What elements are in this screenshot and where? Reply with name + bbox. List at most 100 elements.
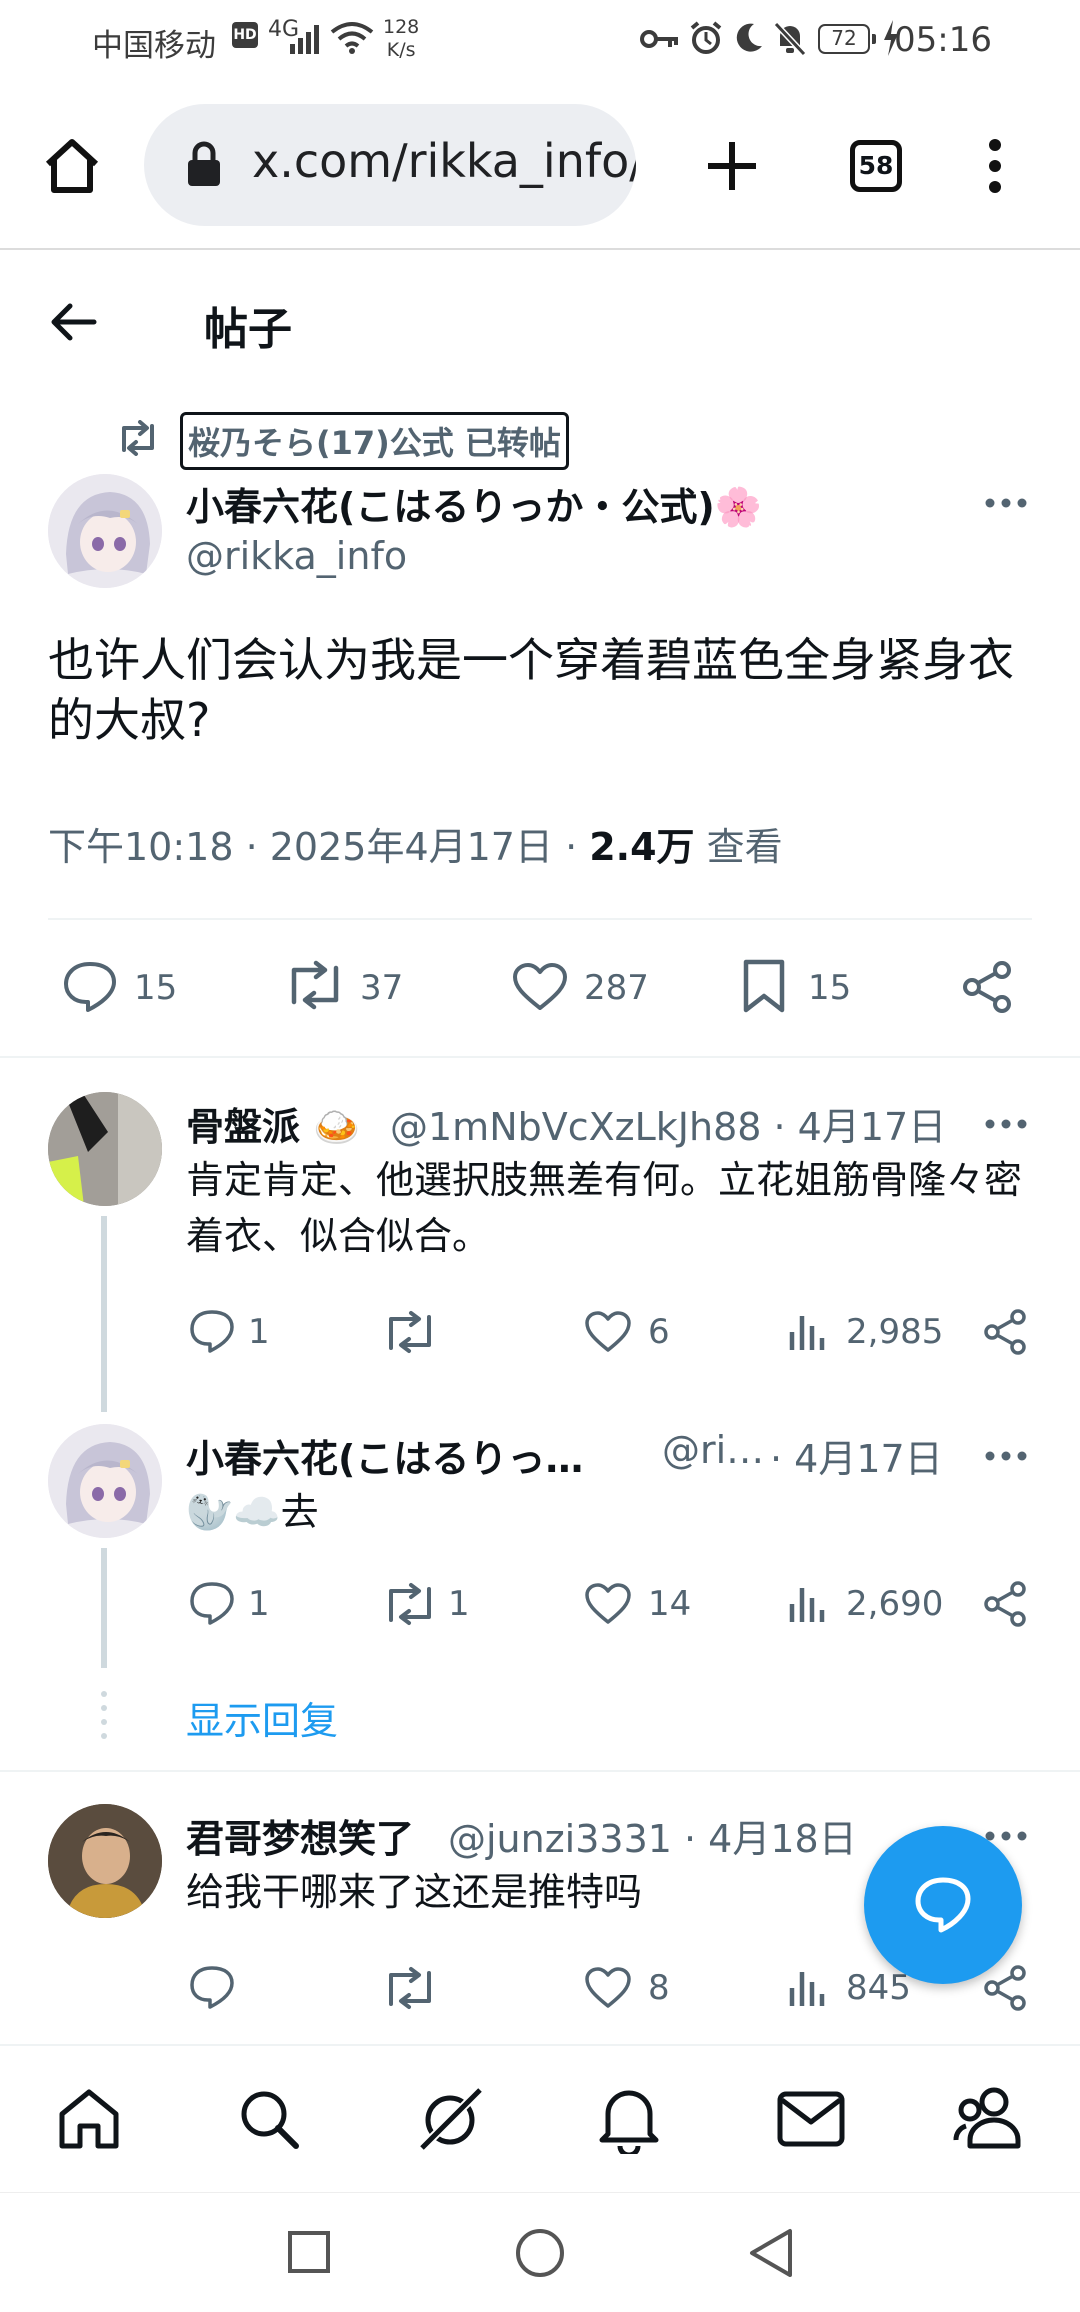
reply-author-name[interactable]: 小春六花(こはるりっ… xyxy=(186,1428,583,1483)
retweeted-by-label[interactable]: 桜乃そら(17)公式 已转帖 xyxy=(180,412,569,470)
like-heart-icon[interactable] xyxy=(584,1582,632,1626)
address-bar[interactable]: x.com/rikka_info/ xyxy=(144,104,636,226)
more-options-icon[interactable] xyxy=(984,1118,1028,1130)
views-chart-icon[interactable] xyxy=(788,1968,828,2008)
thread-line xyxy=(101,1548,107,1668)
retweet-small-icon xyxy=(122,420,154,456)
more-options-icon[interactable] xyxy=(984,1830,1028,1842)
tweet-meta: 下午10:18 · 2025年4月17日 · 2.4万 查看 xyxy=(48,816,783,871)
back-button-icon[interactable] xyxy=(746,2227,794,2279)
bookmark-icon[interactable] xyxy=(742,958,786,1014)
hd-badge: HD xyxy=(232,22,258,48)
author-name[interactable]: 小春六花(こはるりっか・公式)🌸 xyxy=(186,476,762,531)
divider xyxy=(0,1770,1080,1772)
reply-count: 1 xyxy=(248,1584,270,1624)
browser-toolbar: x.com/rikka_info/ 58 xyxy=(0,82,1080,250)
recents-button-icon[interactable] xyxy=(286,2229,332,2275)
bottom-navigation xyxy=(0,2044,1080,2192)
reply-icon[interactable] xyxy=(188,1580,236,1626)
compose-reply-button[interactable] xyxy=(864,1826,1022,1984)
network-speed: 128 K/s xyxy=(383,16,419,62)
retweet-icon[interactable] xyxy=(284,960,346,1010)
mute-bell-icon xyxy=(773,21,807,56)
lock-icon xyxy=(188,141,220,186)
speed-unit: K/s xyxy=(386,39,416,61)
avatar-reply1-image xyxy=(48,1092,162,1206)
status-bar: 中国移动 HD 4G 128 K/s 72 05:16 xyxy=(0,0,1080,82)
url-text[interactable]: x.com/rikka_info/ xyxy=(252,134,636,188)
home-nav-icon[interactable] xyxy=(56,2086,122,2152)
divider xyxy=(0,1056,1080,1058)
chat-bubble-icon xyxy=(915,1877,971,1933)
reply-author-handle[interactable]: @junzi3331 · 4月18日 xyxy=(448,1808,857,1863)
thread-dots xyxy=(101,1691,107,1739)
menu-kebab-icon[interactable] xyxy=(984,138,1006,194)
retweet-icon[interactable] xyxy=(382,1310,438,1354)
avatar-rikka-image xyxy=(48,474,162,588)
moon-icon xyxy=(736,23,762,52)
views-count: 845 xyxy=(846,1968,911,2008)
like-heart-icon[interactable] xyxy=(584,1966,632,2010)
reply-icon[interactable] xyxy=(62,960,118,1012)
home-icon[interactable] xyxy=(42,136,102,196)
like-count: 287 xyxy=(584,968,649,1008)
reply-author-handle[interactable]: @ri… xyxy=(662,1428,764,1472)
carrier-name: 中国移动 xyxy=(92,28,216,64)
avatar-rikka-image xyxy=(48,1424,162,1538)
avatar[interactable] xyxy=(48,474,162,588)
retweet-count: 1 xyxy=(448,1584,470,1624)
grok-nav-icon[interactable] xyxy=(414,2082,488,2156)
share-icon[interactable] xyxy=(960,960,1014,1014)
signal-icon xyxy=(290,25,319,54)
bookmark-count: 15 xyxy=(808,968,852,1008)
battery-indicator: 72 xyxy=(818,24,876,54)
back-arrow-icon[interactable] xyxy=(50,300,98,344)
communities-nav-icon[interactable] xyxy=(952,2084,1030,2150)
key-icon xyxy=(640,30,678,48)
alarm-icon xyxy=(690,21,722,54)
system-navigation-bar xyxy=(0,2192,1080,2312)
views-label: 查看 xyxy=(694,825,783,869)
show-replies-link[interactable]: 显示回复 xyxy=(186,1690,338,1745)
speed-value: 128 xyxy=(383,16,420,38)
views-count: 2.4万 xyxy=(589,825,695,869)
tab-switcher-button[interactable]: 58 xyxy=(850,140,902,192)
retweet-icon[interactable] xyxy=(382,1966,438,2010)
retweet-icon[interactable] xyxy=(382,1582,438,1626)
avatar[interactable] xyxy=(48,1092,162,1206)
tweet-timestamp: 下午10:18 · 2025年4月17日 · xyxy=(48,825,590,869)
new-tab-icon[interactable] xyxy=(706,140,758,192)
tweet-text: 也许人们会认为我是一个穿着碧蓝色全身紧身衣的大叔? xyxy=(48,633,1014,747)
more-options-icon[interactable] xyxy=(984,497,1028,509)
reply-author-handle[interactable]: @1mNbVcXzLkJh88 · 4月17日 xyxy=(390,1096,946,1151)
views-chart-icon[interactable] xyxy=(788,1312,828,1352)
page-title: 帖子 xyxy=(204,304,292,355)
like-heart-icon[interactable] xyxy=(512,962,568,1012)
avatar-reply3-image xyxy=(48,1804,162,1918)
avatar[interactable] xyxy=(48,1424,162,1538)
reply-author-name[interactable]: 骨盤派 🍛 xyxy=(186,1096,361,1151)
share-icon[interactable] xyxy=(982,1308,1028,1356)
like-count: 14 xyxy=(648,1584,692,1624)
share-icon[interactable] xyxy=(982,1580,1028,1628)
reply-author-name[interactable]: 君哥梦想笑了 xyxy=(186,1808,414,1863)
more-options-icon[interactable] xyxy=(984,1450,1028,1462)
like-heart-icon[interactable] xyxy=(584,1310,632,1354)
author-handle[interactable]: @rikka_info xyxy=(186,534,407,578)
reply-count: 15 xyxy=(134,968,178,1008)
messages-nav-icon[interactable] xyxy=(776,2090,846,2148)
share-icon[interactable] xyxy=(982,1964,1028,2012)
views-count: 2,690 xyxy=(846,1584,944,1624)
search-nav-icon[interactable] xyxy=(236,2086,302,2152)
home-button-icon[interactable] xyxy=(514,2227,566,2279)
views-chart-icon[interactable] xyxy=(788,1584,828,1624)
reply-date: · 4月17日 xyxy=(770,1437,943,1481)
like-count: 8 xyxy=(648,1968,670,2008)
like-count: 6 xyxy=(648,1312,670,1352)
divider xyxy=(48,918,1032,920)
views-count: 2,985 xyxy=(846,1312,944,1352)
reply-icon[interactable] xyxy=(188,1964,236,2010)
notifications-nav-icon[interactable] xyxy=(596,2084,662,2154)
reply-icon[interactable] xyxy=(188,1308,236,1354)
avatar[interactable] xyxy=(48,1804,162,1918)
